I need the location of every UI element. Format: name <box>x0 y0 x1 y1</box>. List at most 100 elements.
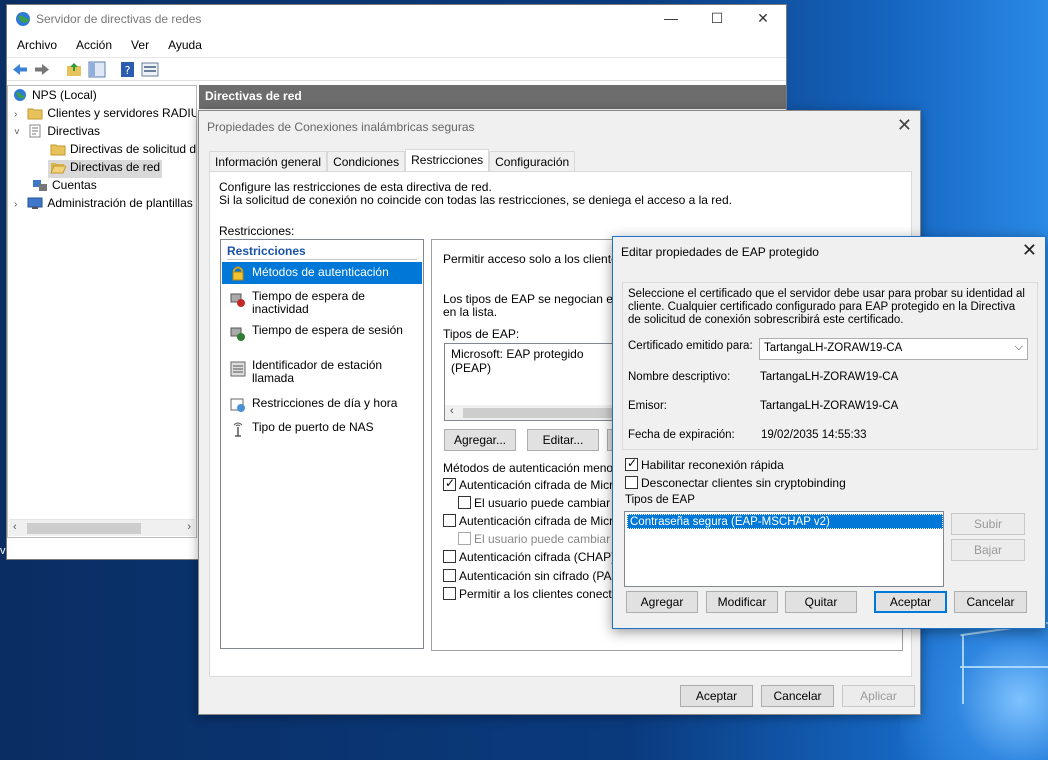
action-pane-icon[interactable] <box>141 61 159 78</box>
restriction-item-day-time[interactable]: Restricciones de día y hora <box>222 395 422 415</box>
issuer-value: TartangaLH-ZORAW19-CA <box>760 400 899 412</box>
eap-types-label: Tipos de EAP <box>625 494 695 506</box>
mschap-checkbox[interactable]: Autenticación cifrada de Microso <box>443 514 632 528</box>
tree-label: Cuentas <box>52 178 97 192</box>
edit-eap-button[interactable]: Editar... <box>527 429 599 451</box>
checkbox-label: El usuario puede cambiar la c <box>474 532 633 546</box>
modify-button[interactable]: Modificar <box>706 591 778 613</box>
pap-checkbox[interactable]: Autenticación sin cifrado (PAP, S <box>443 569 633 583</box>
restriction-item-nas-port-type[interactable]: Tipo de puerto de NAS <box>222 419 422 439</box>
expand-chevron-icon[interactable]: › <box>14 109 24 120</box>
eap-types-list[interactable]: Microsoft: EAP protegido (PEAP) ‹ <box>444 343 624 421</box>
eap-type-item[interactable]: Contraseña segura (EAP-MSCHAP v2) <box>627 514 943 529</box>
tree-label: Directivas <box>47 124 101 138</box>
checkbox-label: Habilitar reconexión rápida <box>641 458 784 472</box>
eap-types-label: Tipos de EAP: <box>443 327 520 341</box>
network-policies-header: Directivas de red <box>199 85 786 109</box>
ok-button[interactable]: Aceptar <box>680 685 753 707</box>
expand-chevron-icon[interactable]: › <box>14 199 24 210</box>
scroll-thumb[interactable] <box>463 408 623 418</box>
menu-ayuda[interactable]: Ayuda <box>158 35 211 55</box>
checkbox-box[interactable] <box>625 456 638 471</box>
minimize-button[interactable]: — <box>648 5 694 33</box>
restriction-label: Tipo de puerto de NAS <box>252 420 374 434</box>
edit-peap-properties-dialog: Editar propiedades de EAP protegido ✕ Se… <box>612 236 1046 629</box>
tree-item-nps-local[interactable]: NPS (Local) <box>12 88 97 106</box>
tab-settings[interactable]: Configuración <box>489 151 576 172</box>
toolbar: ? <box>7 57 786 81</box>
intro-line: Si la solicitud de conexión no coincide … <box>219 193 732 207</box>
eap-type-item[interactable]: Microsoft: EAP protegido (PEAP) <box>451 347 623 375</box>
certificate-description: Seleccione el certificado que el servido… <box>628 288 1025 326</box>
expiration-value: 19/02/2035 14:55:33 <box>761 429 867 441</box>
collapse-chevron-icon[interactable]: ˅ <box>14 127 24 138</box>
chap-checkbox[interactable]: Autenticación cifrada (CHAP) <box>443 550 615 564</box>
tree-item-templates[interactable]: › Administración de plantillas <box>14 196 193 214</box>
scroll-left-icon[interactable]: ‹ <box>13 521 17 533</box>
tree-label: NPS (Local) <box>32 88 97 102</box>
restriction-item-idle-timeout[interactable]: Tiempo de espera de inactividad <box>222 290 422 318</box>
scroll-thumb[interactable] <box>27 523 141 534</box>
tree-horizontal-scrollbar[interactable]: ‹ › <box>9 519 195 536</box>
up-folder-icon[interactable] <box>65 61 83 78</box>
chevron-down-icon[interactable]: ⌵ <box>1015 341 1023 354</box>
tree-item-connection-request-policies[interactable]: Directivas de solicitud de conexión <box>50 142 196 160</box>
menu-accion[interactable]: Acción <box>66 35 121 55</box>
ok-button[interactable]: Aceptar <box>874 591 947 613</box>
cancel-button[interactable]: Cancelar <box>954 591 1027 613</box>
eap-types-list[interactable]: Contraseña segura (EAP-MSCHAP v2) <box>624 511 944 587</box>
disconnect-no-cryptobinding-checkbox[interactable]: Desconectar clientes sin cryptobinding <box>625 476 846 490</box>
move-down-button: Bajar <box>951 539 1025 561</box>
add-eap-button[interactable]: Agregar... <box>444 429 516 451</box>
checkbox-box[interactable] <box>458 496 471 509</box>
restriction-item-called-station-id[interactable]: Identificador de estación llamada <box>222 359 422 387</box>
cert-issued-select[interactable]: TartangaLH-ZORAW19-CA ⌵ <box>759 338 1028 360</box>
eap-list-horizontal-scrollbar[interactable]: ‹ <box>445 405 623 420</box>
restriction-item-session-timeout[interactable]: Tiempo de espera de sesión <box>222 324 422 352</box>
station-id-icon <box>230 361 246 377</box>
checkbox-box[interactable] <box>443 550 456 563</box>
nps-app-icon <box>16 12 30 26</box>
tree-item-radius-clients[interactable]: › Clientes y servidores RADIUS <box>14 106 196 124</box>
mschapv2-checkbox[interactable]: Autenticación cifrada de Microso <box>443 476 632 492</box>
checkbox-box[interactable] <box>443 587 456 600</box>
restriction-item-auth-methods[interactable]: Métodos de autenticación <box>222 262 422 284</box>
console-tree: NPS (Local) › Clientes y servidores RADI… <box>7 85 197 538</box>
session-timeout-icon <box>230 327 245 341</box>
add-button[interactable]: Agregar <box>626 591 698 613</box>
close-icon[interactable]: ✕ <box>897 115 912 136</box>
close-button[interactable]: ✕ <box>740 5 786 33</box>
mschapv2-change-password-checkbox[interactable]: El usuario puede cambiar la c <box>458 496 632 510</box>
close-icon[interactable]: ✕ <box>1022 240 1037 261</box>
folder-icon <box>50 144 66 156</box>
remove-button[interactable]: Quitar <box>785 591 857 613</box>
title-bar: Servidor de directivas de redes — ☐ ✕ <box>7 5 786 33</box>
menu-archivo[interactable]: Archivo <box>7 35 66 55</box>
intro-text: Configure las restricciones de esta dire… <box>219 181 732 207</box>
fast-reconnect-checkbox[interactable]: Habilitar reconexión rápida <box>625 456 784 472</box>
cancel-button[interactable]: Cancelar <box>761 685 834 707</box>
checkbox-box[interactable] <box>443 476 456 491</box>
checkbox-label: Desconectar clientes sin cryptobinding <box>641 476 846 490</box>
expiration-label: Fecha de expiración: <box>628 429 735 441</box>
scroll-right-icon[interactable]: › <box>187 521 191 533</box>
allow-no-auth-checkbox[interactable]: Permitir a los clientes conectarse <box>443 587 635 601</box>
tree-item-accounting[interactable]: Cuentas <box>32 178 97 196</box>
tree-item-policies[interactable]: ˅ Directivas <box>14 124 100 142</box>
forward-arrow-icon[interactable] <box>33 61 51 78</box>
menu-ver[interactable]: Ver <box>121 35 158 55</box>
checkbox-box[interactable] <box>625 476 638 489</box>
show-tree-icon[interactable] <box>88 61 106 78</box>
checkbox-box[interactable] <box>443 569 456 582</box>
maximize-button[interactable]: ☐ <box>694 5 740 33</box>
help-icon[interactable]: ? <box>119 61 137 78</box>
tab-general[interactable]: Información general <box>209 151 328 172</box>
back-arrow-icon[interactable] <box>11 61 29 78</box>
tab-constraints[interactable]: Restricciones <box>405 149 490 172</box>
tab-conditions[interactable]: Condiciones <box>327 151 406 172</box>
tree-item-network-policies[interactable]: Directivas de red <box>48 160 163 178</box>
scroll-left-icon[interactable]: ‹ <box>450 405 454 417</box>
certificate-group: Seleccione el certificado que el servido… <box>622 282 1038 450</box>
checkbox-label: Autenticación sin cifrado (PAP, S <box>459 569 633 583</box>
checkbox-box[interactable] <box>443 514 456 527</box>
